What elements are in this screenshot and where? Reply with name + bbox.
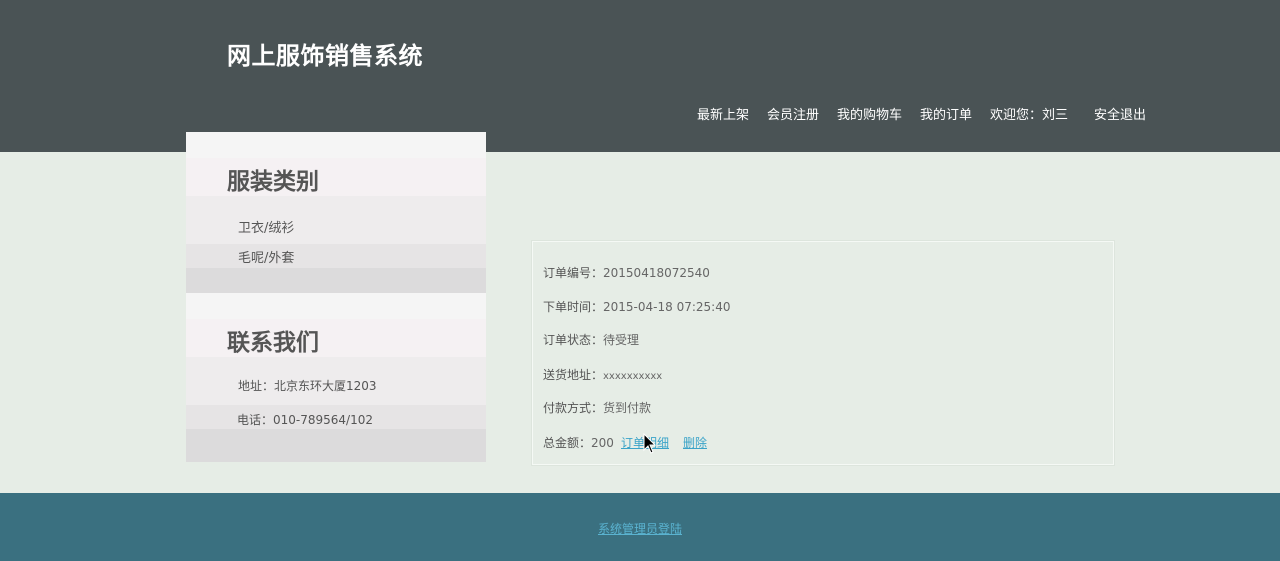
contact-heading: 联系我们 bbox=[227, 329, 319, 356]
order-total-row: 总金额：200 bbox=[543, 434, 614, 451]
order-time: 2015-04-18 07:25:40 bbox=[603, 300, 731, 314]
nav-cart[interactable]: 我的购物车 bbox=[837, 104, 902, 123]
top-nav: 最新上架 会员注册 我的购物车 我的订单 欢迎您：刘三 安全退出 bbox=[0, 104, 1280, 124]
category-heading: 服装类别 bbox=[227, 168, 319, 195]
site-header: 网上服饰销售系统 最新上架 会员注册 我的购物车 我的订单 欢迎您：刘三 安全退… bbox=[0, 0, 1280, 152]
nav-register[interactable]: 会员注册 bbox=[767, 104, 819, 123]
site-title: 网上服饰销售系统 bbox=[227, 41, 423, 70]
contact-address: 地址：北京东环大厦1203 bbox=[238, 379, 377, 393]
order-time-label: 下单时间： bbox=[543, 300, 604, 314]
order-total: 200 bbox=[591, 436, 614, 450]
order-status: 待受理 bbox=[603, 333, 640, 347]
order-status-row: 订单状态：待受理 bbox=[543, 331, 639, 348]
order-detail-link[interactable]: 订单明细 bbox=[621, 434, 669, 451]
contact-box: 联系我们 地址：北京东环大厦1203 电话：010-789564/102 bbox=[186, 293, 486, 462]
order-number-label: 订单编号： bbox=[543, 266, 604, 280]
nav-orders[interactable]: 我的订单 bbox=[920, 104, 972, 123]
order-address: xxxxxxxxxx bbox=[603, 371, 663, 382]
category-item-coats[interactable]: 毛呢/外套 bbox=[238, 247, 294, 266]
order-payment-label: 付款方式： bbox=[543, 401, 604, 415]
order-payment: 货到付款 bbox=[603, 401, 652, 415]
admin-login-link[interactable]: 系统管理员登陆 bbox=[0, 520, 1280, 537]
nav-new-arrivals[interactable]: 最新上架 bbox=[697, 104, 749, 123]
welcome-text: 欢迎您：刘三 bbox=[990, 108, 1069, 123]
category-item-hoodies[interactable]: 卫衣/绒衫 bbox=[238, 217, 294, 236]
order-address-label: 送货地址： bbox=[543, 368, 604, 382]
order-delete-link[interactable]: 删除 bbox=[683, 434, 707, 451]
order-card: 订单编号：20150418072540 下单时间：2015-04-18 07:2… bbox=[532, 241, 1114, 465]
order-status-label: 订单状态： bbox=[543, 333, 604, 347]
order-number: 20150418072540 bbox=[603, 266, 710, 280]
category-box: 服装类别 卫衣/绒衫 毛呢/外套 bbox=[186, 132, 486, 293]
order-payment-row: 付款方式：货到付款 bbox=[543, 399, 651, 416]
order-total-label: 总金额： bbox=[543, 436, 592, 450]
order-time-row: 下单时间：2015-04-18 07:25:40 bbox=[543, 298, 730, 315]
site-footer: 系统管理员登陆 bbox=[0, 493, 1280, 561]
nav-logout[interactable]: 安全退出 bbox=[1094, 104, 1146, 123]
contact-phone: 电话：010-789564/102 bbox=[237, 413, 373, 427]
order-address-row: 送货地址：xxxxxxxxxx bbox=[543, 366, 662, 383]
order-number-row: 订单编号：20150418072540 bbox=[543, 264, 710, 281]
